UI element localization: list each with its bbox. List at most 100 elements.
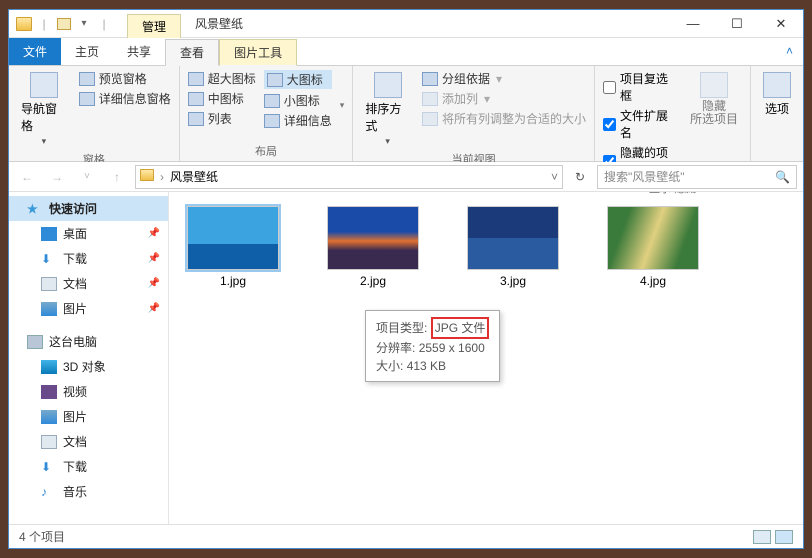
qat-button[interactable]: [55, 15, 73, 33]
hide-selected-button[interactable]: 隐藏 所选项目: [686, 70, 742, 178]
window-controls: — ☐ ✕: [671, 10, 803, 38]
view-icons-button[interactable]: [775, 530, 793, 544]
explorer-window: | ▾ | 管理 风景壁纸 — ☐ ✕ 文件 主页 共享 查看 图片工具 ˄ 导…: [8, 9, 804, 549]
options-button[interactable]: 选项: [759, 70, 795, 157]
address-bar-row: ← → ˅ ↑ › 风景壁纸 ˅ ↻ 搜索"风景壁纸" 🔍: [9, 162, 803, 192]
music-icon: ♪: [41, 485, 57, 499]
layout-details[interactable]: 详细信息: [264, 112, 332, 129]
thumbnail: [187, 206, 279, 270]
details-icon: [264, 114, 280, 128]
thumbnail: [607, 206, 699, 270]
qat-separator: |: [35, 15, 53, 33]
large-icon: [267, 73, 283, 87]
nav-downloads[interactable]: ⬇下载📌: [9, 246, 168, 271]
folder-icon: [15, 15, 33, 33]
tab-file[interactable]: 文件: [9, 38, 61, 65]
minimize-button[interactable]: —: [671, 10, 715, 38]
nav-3d-objects[interactable]: 3D 对象: [9, 354, 168, 379]
window-title: 风景壁纸: [195, 15, 243, 32]
view-switcher: [753, 530, 793, 544]
tooltip-type-value: JPG 文件: [431, 317, 490, 339]
group-by-button[interactable]: 分组依据▾: [422, 70, 586, 87]
tooltip-size-label: 大小:: [376, 359, 403, 373]
folder-icon: [140, 169, 154, 184]
pin-icon: 📌: [148, 303, 160, 314]
add-columns-button[interactable]: 添加列▾: [422, 90, 586, 107]
tooltip-type-label: 项目类型:: [376, 321, 427, 335]
file-item[interactable]: 3.jpg: [463, 206, 563, 288]
item-checkboxes-checkbox[interactable]: 项目复选框: [603, 70, 678, 104]
sort-icon: [374, 72, 402, 98]
details-pane-button[interactable]: 详细信息窗格: [79, 90, 171, 107]
tooltip: 项目类型: JPG 文件 分辨率: 2559 x 1600 大小: 413 KB: [365, 310, 500, 382]
tab-view[interactable]: 查看: [165, 39, 219, 66]
nav-videos[interactable]: 视频: [9, 379, 168, 404]
breadcrumb-sep: ›: [160, 170, 164, 184]
sort-by-label: 排序方式: [365, 100, 410, 134]
contextual-tab-manage: 管理: [127, 14, 181, 38]
nav-this-pc[interactable]: 这台电脑: [9, 329, 168, 354]
close-button[interactable]: ✕: [759, 10, 803, 38]
add-columns-icon: [422, 92, 438, 106]
ribbon-group-panes: 导航窗格 ▾ 预览窗格 详细信息窗格 窗格: [9, 66, 180, 161]
ribbon-group-show-hide: 项目复选框 文件扩展名 隐藏的项目 隐藏 所选项目 显示/隐藏: [595, 66, 751, 161]
fit-columns-button[interactable]: 将所有列调整为合适的大小: [422, 110, 586, 127]
nav-quick-access[interactable]: ★快速访问: [9, 196, 168, 221]
maximize-button[interactable]: ☐: [715, 10, 759, 38]
tab-share[interactable]: 共享: [113, 38, 165, 65]
contextual-tab-strip: 管理: [127, 10, 181, 37]
nav-documents[interactable]: 文档📌: [9, 271, 168, 296]
file-list[interactable]: 1.jpg 2.jpg 3.jpg 4.jpg 项目类型: JPG 文件 分辨率…: [169, 192, 803, 524]
view-details-button[interactable]: [753, 530, 771, 544]
thumbnail: [467, 206, 559, 270]
cube-icon: [41, 360, 57, 374]
video-icon: [41, 385, 57, 399]
tooltip-size-value: 413 KB: [407, 359, 446, 373]
group-by-icon: [422, 72, 438, 86]
layout-more-icon[interactable]: ▾: [340, 100, 345, 111]
layout-large[interactable]: 大图标: [264, 70, 332, 89]
status-text: 4 个项目: [19, 528, 65, 545]
group-label-layout: 布局: [188, 141, 345, 159]
layout-medium[interactable]: 中图标: [188, 90, 256, 107]
refresh-button[interactable]: ↻: [569, 166, 591, 188]
thumbnail: [327, 206, 419, 270]
recent-dropdown[interactable]: ˅: [75, 165, 99, 189]
navigation-pane[interactable]: ★快速访问 桌面📌 ⬇下载📌 文档📌 图片📌 这台电脑 3D 对象 视频 图片 …: [9, 192, 169, 524]
qat-dropdown[interactable]: ▾: [75, 15, 93, 33]
tab-picture-tools[interactable]: 图片工具: [219, 39, 297, 66]
nav-desktop[interactable]: 桌面📌: [9, 221, 168, 246]
navigation-pane-button[interactable]: 导航窗格 ▾: [17, 70, 71, 149]
address-dropdown-icon[interactable]: ˅: [551, 170, 558, 184]
nav-pictures-2[interactable]: 图片: [9, 404, 168, 429]
pc-icon: [27, 335, 43, 349]
collapse-ribbon-button[interactable]: ˄: [776, 38, 803, 65]
file-item[interactable]: 1.jpg: [183, 206, 283, 288]
breadcrumb-folder[interactable]: 风景壁纸: [170, 168, 218, 185]
file-item[interactable]: 4.jpg: [603, 206, 703, 288]
download-icon: ⬇: [41, 252, 57, 266]
file-item[interactable]: 2.jpg: [323, 206, 423, 288]
document-icon: [41, 435, 57, 449]
up-button[interactable]: ↑: [105, 165, 129, 189]
nav-documents-2[interactable]: 文档: [9, 429, 168, 454]
nav-music[interactable]: ♪音乐: [9, 479, 168, 504]
nav-pictures[interactable]: 图片📌: [9, 296, 168, 321]
sort-by-button[interactable]: 排序方式 ▾: [361, 70, 414, 149]
tab-home[interactable]: 主页: [61, 38, 113, 65]
desktop-icon: [41, 227, 57, 241]
preview-pane-button[interactable]: 预览窗格: [79, 70, 171, 87]
layout-list[interactable]: 列表: [188, 110, 256, 127]
search-icon: 🔍: [775, 170, 790, 184]
status-bar: 4 个项目: [9, 524, 803, 548]
layout-extra-large[interactable]: 超大图标: [188, 70, 256, 87]
nav-downloads-2[interactable]: ⬇下载: [9, 454, 168, 479]
document-icon: [41, 277, 57, 291]
main-area: ★快速访问 桌面📌 ⬇下载📌 文档📌 图片📌 这台电脑 3D 对象 视频 图片 …: [9, 192, 803, 524]
navigation-pane-icon: [30, 72, 58, 98]
file-ext-checkbox[interactable]: 文件扩展名: [603, 107, 678, 141]
layout-small[interactable]: 小图标: [264, 92, 332, 109]
address-bar[interactable]: › 风景壁纸 ˅: [135, 165, 563, 189]
forward-button[interactable]: →: [45, 165, 69, 189]
back-button[interactable]: ←: [15, 165, 39, 189]
